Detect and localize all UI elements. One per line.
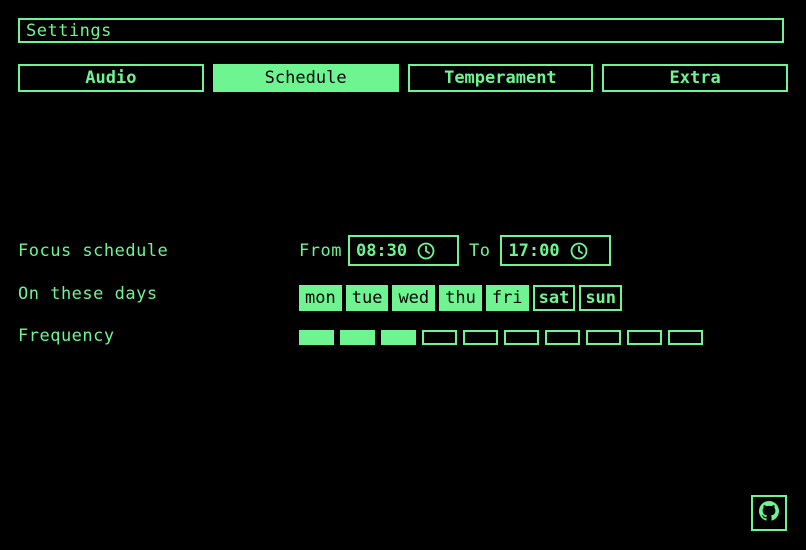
- frequency-segment[interactable]: [627, 330, 662, 345]
- focus-time-range: From 08:30 To 17:00: [299, 235, 612, 266]
- tab-audio[interactable]: Audio: [18, 64, 204, 92]
- frequency-segment[interactable]: [463, 330, 498, 345]
- to-label: To: [468, 240, 491, 261]
- github-icon: [759, 501, 779, 525]
- day-toggle-mon[interactable]: mon: [299, 285, 342, 311]
- day-toggle-thu[interactable]: thu: [439, 285, 482, 311]
- clock-icon[interactable]: [417, 242, 435, 260]
- clock-icon[interactable]: [570, 242, 588, 260]
- tab-temperament[interactable]: Temperament: [407, 64, 594, 92]
- from-time-input[interactable]: 08:30: [347, 235, 459, 266]
- frequency-segment[interactable]: [381, 330, 416, 345]
- to-time-value: 17:00: [508, 240, 560, 261]
- tab-extra[interactable]: Extra: [602, 64, 788, 92]
- from-time-value: 08:30: [355, 240, 408, 261]
- day-toggle-wed[interactable]: wed: [392, 285, 436, 311]
- to-time-input[interactable]: 17:00: [500, 235, 612, 266]
- day-toggle-sat[interactable]: sat: [532, 285, 576, 311]
- days-label: On these days: [18, 284, 158, 304]
- frequency-segment[interactable]: [299, 330, 334, 345]
- frequency-segment[interactable]: [422, 330, 457, 345]
- day-toggle-sun[interactable]: sun: [579, 285, 623, 311]
- frequency-segment[interactable]: [545, 330, 580, 345]
- window-title: Settings: [26, 20, 112, 41]
- day-toggle-tue[interactable]: tue: [345, 285, 389, 311]
- from-label: From: [299, 240, 342, 261]
- day-toggle-fri[interactable]: fri: [485, 285, 529, 311]
- frequency-meter[interactable]: [299, 330, 703, 345]
- day-selector: mon tue wed thu fri sat sun: [299, 285, 623, 311]
- focus-schedule-label: Focus schedule: [18, 241, 169, 261]
- frequency-segment[interactable]: [586, 330, 621, 345]
- frequency-segment[interactable]: [340, 330, 375, 345]
- settings-title-bar: Settings: [18, 18, 784, 43]
- frequency-segment[interactable]: [504, 330, 539, 345]
- github-button[interactable]: [751, 495, 787, 531]
- frequency-label: Frequency: [18, 326, 115, 346]
- tab-schedule[interactable]: Schedule: [212, 64, 399, 92]
- frequency-segment[interactable]: [668, 330, 703, 345]
- tab-bar: Audio Schedule Temperament Extra: [18, 64, 788, 92]
